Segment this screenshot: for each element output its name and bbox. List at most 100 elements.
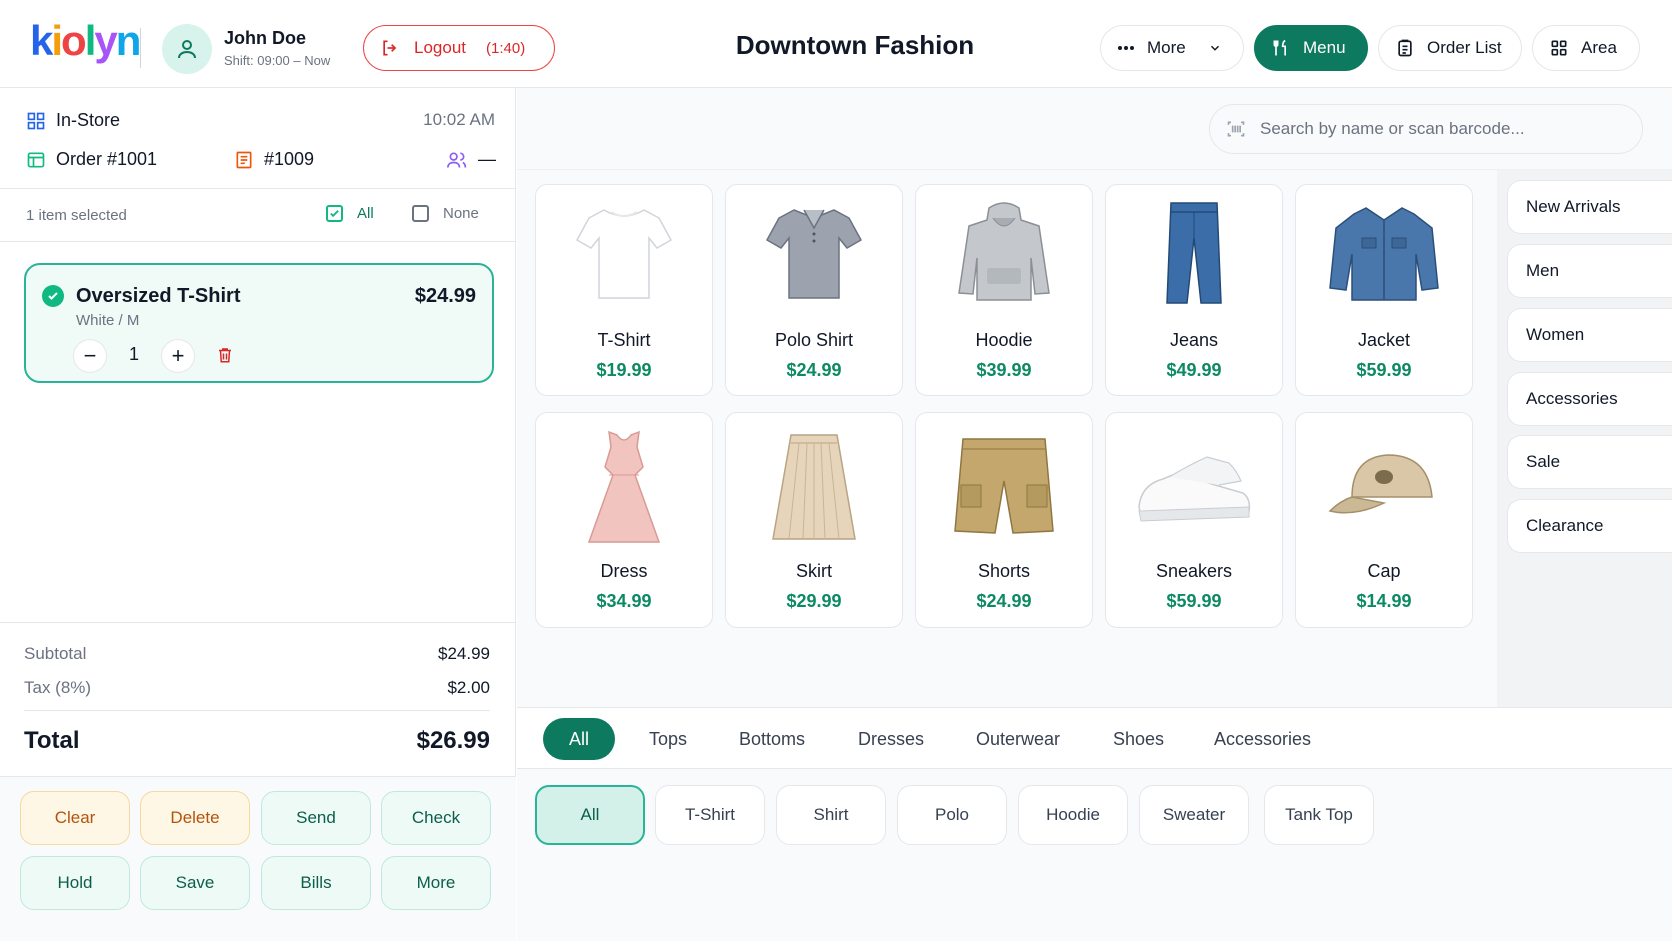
check-button[interactable]: Check <box>381 791 491 845</box>
product-card[interactable]: T-Shirt $19.99 <box>535 184 713 396</box>
category-new-arrivals[interactable]: New Arrivals <box>1507 180 1672 234</box>
product-price: $49.99 <box>1166 360 1222 380</box>
check-circle-icon <box>42 285 64 307</box>
subcategory-sweater[interactable]: Sweater <box>1139 785 1249 845</box>
product-price: $14.99 <box>1356 591 1412 611</box>
tab-dresses[interactable]: Dresses <box>858 718 924 760</box>
product-card[interactable]: Sneakers $59.99 <box>1105 412 1283 628</box>
send-button[interactable]: Send <box>261 791 371 845</box>
qty-decrease-button[interactable]: − <box>74 340 106 372</box>
user-name: John Doe <box>224 28 307 48</box>
category-men[interactable]: Men <box>1507 244 1672 298</box>
checkbox-checked-icon <box>326 205 343 222</box>
category-accessories[interactable]: Accessories <box>1507 372 1672 426</box>
area-label: Area <box>1581 38 1617 57</box>
users-icon <box>446 150 468 170</box>
selection-count: 1 item selected <box>26 207 127 224</box>
more-label: More <box>1147 38 1186 57</box>
product-card[interactable]: Jeans $49.99 <box>1105 184 1283 396</box>
divider <box>0 241 516 242</box>
product-name: T-Shirt <box>597 330 651 350</box>
select-all-toggle[interactable]: All <box>326 205 374 222</box>
logout-button[interactable]: Logout (1:40) <box>363 25 555 71</box>
product-card[interactable]: Shorts $24.99 <box>915 412 1093 628</box>
clipboard-icon <box>1395 38 1415 58</box>
tab-accessories[interactable]: Accessories <box>1214 718 1311 760</box>
menu-label: Menu <box>1303 38 1346 57</box>
product-name: Sneakers <box>1155 561 1233 581</box>
bills-button[interactable]: Bills <box>261 856 371 910</box>
logout-label: Logout <box>414 38 466 57</box>
trash-icon[interactable] <box>216 345 234 370</box>
divider <box>24 710 490 711</box>
kiolyn-logo: kiolyn <box>30 17 141 64</box>
subcategory-polo[interactable]: Polo <box>897 785 1007 845</box>
menu-button[interactable]: Menu <box>1254 25 1368 71</box>
product-name: Dress <box>600 561 648 581</box>
subcategory-tank-top[interactable]: Tank Top <box>1264 785 1374 845</box>
search-input[interactable]: Search by name or scan barcode... <box>1209 104 1643 154</box>
user-icon <box>175 37 199 61</box>
order-mode-label: In-Store <box>56 110 121 130</box>
product-card[interactable]: Hoodie $39.99 <box>915 184 1093 396</box>
more-menu-button[interactable]: More <box>1100 25 1244 71</box>
area-button[interactable]: Area <box>1532 25 1640 71</box>
more-actions-button[interactable]: More <box>381 856 491 910</box>
product-card[interactable]: Jacket $59.99 <box>1295 184 1473 396</box>
qty-value: 1 <box>128 344 139 364</box>
tab-outerwear[interactable]: Outerwear <box>976 718 1060 760</box>
hoodie-image <box>916 193 1092 313</box>
delete-button[interactable]: Delete <box>140 791 250 845</box>
product-card[interactable]: Polo Shirt $24.99 <box>725 184 903 396</box>
qty-increase-button[interactable]: + <box>162 340 194 372</box>
subcategory-tshirt[interactable]: T-Shirt <box>655 785 765 845</box>
product-name: Jeans <box>1169 330 1219 350</box>
category-clearance[interactable]: Clearance <box>1507 499 1672 553</box>
subcategory-all[interactable]: All <box>535 785 645 845</box>
ticket-number-label: #1009 <box>264 149 315 169</box>
product-price: $39.99 <box>976 360 1032 380</box>
product-price: $29.99 <box>786 591 842 611</box>
product-card[interactable]: Cap $14.99 <box>1295 412 1473 628</box>
divider <box>0 622 516 623</box>
tab-all[interactable]: All <box>543 718 616 760</box>
save-button[interactable]: Save <box>140 856 250 910</box>
category-sale[interactable]: Sale <box>1507 435 1672 489</box>
cart-item-name: Oversized T-Shirt <box>76 285 241 307</box>
guest-count[interactable]: — <box>446 149 496 170</box>
subcategory-bar: All T-Shirt Shirt Polo Hoodie Sweater Ta… <box>517 769 1672 941</box>
total-row: Total $26.99 <box>24 727 490 755</box>
subcategory-shirt[interactable]: Shirt <box>776 785 886 845</box>
product-name: Polo Shirt <box>774 330 854 350</box>
order-number: Order #1001 <box>26 149 157 170</box>
avatar[interactable] <box>162 24 212 74</box>
product-name: Shorts <box>977 561 1031 581</box>
clear-button[interactable]: Clear <box>20 791 130 845</box>
tab-bottoms[interactable]: Bottoms <box>739 718 805 760</box>
category-women[interactable]: Women <box>1507 308 1672 362</box>
subtotal-label: Subtotal <box>24 644 87 663</box>
order-list-button[interactable]: Order List <box>1378 25 1522 71</box>
logout-icon <box>380 38 400 58</box>
receipt-icon <box>234 150 254 170</box>
product-card[interactable]: Dress $34.99 <box>535 412 713 628</box>
product-name: Hoodie <box>975 330 1033 350</box>
tab-tops[interactable]: Tops <box>649 718 687 760</box>
tax-label: Tax (8%) <box>24 678 92 697</box>
category-sidebar: New Arrivals Men Women Accessories Sale … <box>1497 170 1672 707</box>
sneakers-image <box>1106 427 1282 547</box>
polo-image <box>726 193 902 313</box>
product-name: Jacket <box>1357 330 1411 350</box>
hold-button[interactable]: Hold <box>20 856 130 910</box>
order-mode[interactable]: In-Store <box>26 110 120 131</box>
cart-item[interactable]: Oversized T-Shirt $24.99 White / M − 1 + <box>24 263 494 383</box>
product-card[interactable]: Skirt $29.99 <box>725 412 903 628</box>
fork-knife-icon <box>1271 38 1291 58</box>
tab-shoes[interactable]: Shoes <box>1113 718 1164 760</box>
shorts-image <box>916 427 1092 547</box>
subcategory-hoodie[interactable]: Hoodie <box>1018 785 1128 845</box>
search-placeholder: Search by name or scan barcode... <box>1260 119 1525 138</box>
search-bar: Search by name or scan barcode... <box>517 88 1672 170</box>
total-value: $26.99 <box>416 727 490 754</box>
select-none-toggle[interactable]: None <box>412 205 479 222</box>
